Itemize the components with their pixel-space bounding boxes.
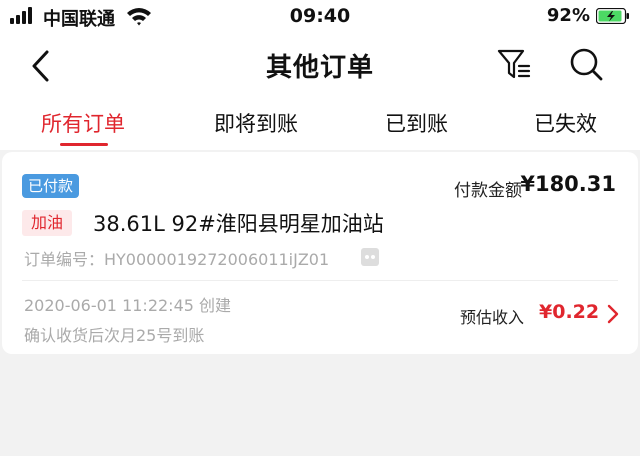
income-label: 预估收入 [460, 308, 525, 327]
active-tab-indicator [60, 143, 108, 146]
battery-percent: 92% [546, 5, 590, 26]
status-bar: 中国联通 09:40 92% [0, 0, 640, 34]
filter-icon[interactable] [496, 47, 532, 81]
divider [22, 280, 618, 281]
header: 中国联通 09:40 92% 其他订单 所有订单 即将到账 已到账 已失效 [0, 0, 640, 150]
tab-expired[interactable]: 已失效 [534, 108, 597, 138]
amount-label: 付款金额 [454, 181, 522, 201]
tab-upcoming[interactable]: 即将到账 [214, 108, 298, 138]
created-time: 2020-06-01 11:22:45 创建 [24, 296, 232, 315]
settlement-note: 确认收货后次月25号到账 [24, 326, 205, 345]
tab-received[interactable]: 已到账 [385, 108, 448, 138]
income-value[interactable]: ¥0.22 [539, 301, 599, 323]
search-icon[interactable] [568, 46, 604, 82]
clock: 09:40 [289, 5, 351, 27]
order-number: 订单编号：HY0000019272006011iJZ01 [24, 250, 330, 269]
chevron-right-icon[interactable] [606, 303, 620, 325]
category-tag: 加油 [22, 210, 73, 236]
product-title: 38.61L 92#淮阳县明星加油站 [93, 212, 384, 236]
copy-icon[interactable] [361, 248, 379, 266]
tab-all-orders[interactable]: 所有订单 [41, 108, 125, 138]
amount-value: ¥180.31 [520, 172, 616, 196]
battery-icon [596, 8, 629, 24]
status-badge: 已付款 [22, 174, 80, 198]
order-card[interactable]: 已付款 付款金额 ¥180.31 加油 38.61L 92#淮阳县明星加油站 订… [2, 152, 638, 354]
page-title: 其他订单 [265, 53, 374, 83]
